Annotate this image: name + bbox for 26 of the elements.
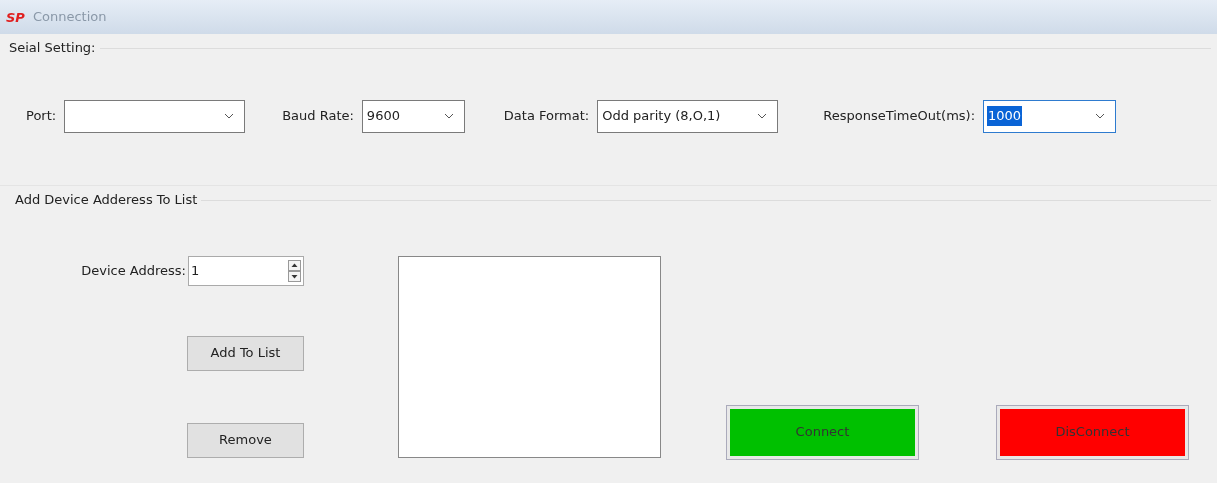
field-label: Data Format:	[503, 107, 590, 126]
app-logo: SP	[6, 10, 25, 24]
dropdown[interactable]: Odd parity (8,O,1)	[597, 99, 779, 133]
field-label: Baud Rate:	[282, 107, 354, 126]
number-spinner[interactable]: 1	[188, 255, 304, 286]
dropdown-value: 1000	[987, 106, 1023, 126]
group-title: Add Device Adderess To List	[15, 191, 198, 209]
field-label: Device Address:	[81, 261, 186, 280]
group-title: Seial Setting:	[9, 39, 96, 57]
up-down-arrows-icon[interactable]	[288, 259, 301, 282]
remove-button[interactable]: Remove	[187, 422, 304, 458]
dropdown-value: 9600	[365, 107, 401, 126]
field-label: ResponseTimeOut(ms):	[823, 107, 975, 126]
dropdown[interactable]: 9600	[361, 99, 465, 133]
add-to-list-button[interactable]: Add To List	[187, 335, 304, 371]
chevron-down-icon	[224, 113, 235, 119]
spinner-value: 1	[191, 261, 200, 280]
chevron-down-icon	[1095, 113, 1105, 119]
dropdown-value: Odd parity (8,O,1)	[601, 107, 722, 126]
connect-button[interactable]: Connect	[727, 405, 918, 459]
field-label: Port:	[26, 107, 57, 126]
chevron-down-icon	[443, 113, 454, 119]
dropdown[interactable]: 1000	[983, 99, 1116, 133]
window-title: Connection	[32, 8, 107, 27]
chevron-down-icon	[757, 113, 768, 119]
dropdown[interactable]	[64, 99, 246, 133]
